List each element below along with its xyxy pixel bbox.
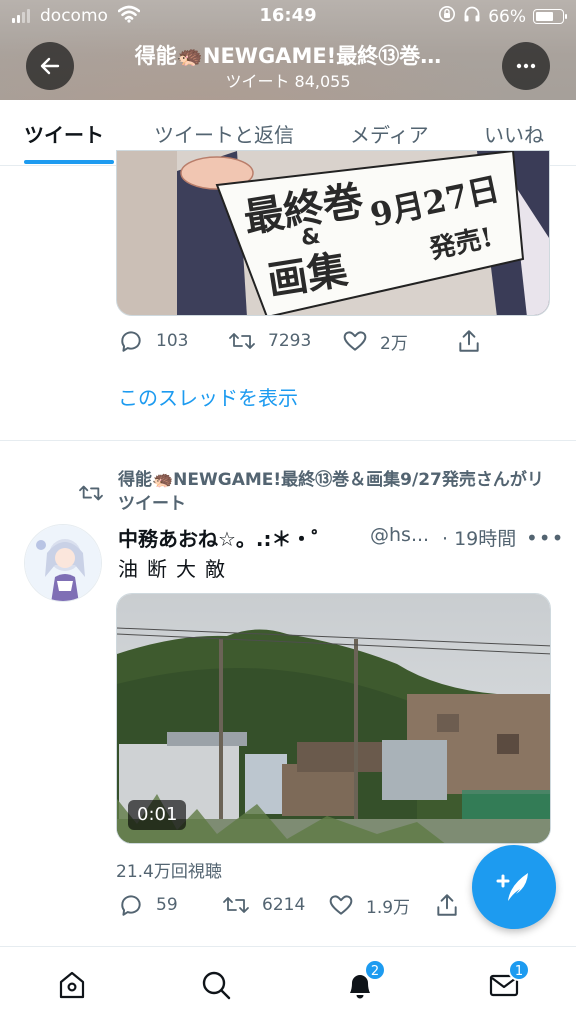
tweet-divider <box>0 440 576 441</box>
retweeted-by-label[interactable]: 得能🦔NEWGAME!最終⑬巻＆画集9/27発売さんがリツイート <box>118 468 558 516</box>
notifications-badge: 2 <box>364 959 386 981</box>
heart-icon <box>343 331 367 351</box>
tweet-timestamp[interactable]: · 19時間 <box>442 524 516 551</box>
reply-count: 103 <box>156 331 189 351</box>
tab-tweets-and-replies[interactable]: ツイートと返信 <box>154 119 294 148</box>
profile-name: 得能🦔NEWGAME!最終⑬巻… <box>134 44 442 68</box>
status-bar: docomo 16:49 66% <box>0 0 576 32</box>
profile-header: docomo 16:49 66% 得能🦔NEWGAME!最終⑬巻… ツイート 8… <box>0 0 576 100</box>
tweet-more-icon[interactable]: ••• <box>526 526 564 550</box>
retweet-count: 6214 <box>262 895 306 915</box>
home-icon <box>59 971 85 999</box>
author-name[interactable]: 中務あおね☆。.:＊・゜ <box>118 523 332 552</box>
reply-icon <box>121 895 141 916</box>
reply-count: 59 <box>156 895 178 915</box>
more-horizontal-icon <box>516 63 536 69</box>
active-tab-indicator <box>24 160 114 164</box>
headphones-icon <box>463 5 481 28</box>
share-button[interactable] <box>456 328 482 354</box>
share-icon <box>459 330 479 352</box>
retweet-button[interactable]: 7293 <box>228 328 311 354</box>
retweet-icon <box>229 333 255 349</box>
nav-notifications[interactable]: 2 <box>340 959 386 1005</box>
battery-percentage: 66% <box>488 6 526 27</box>
video-duration: 0:01 <box>128 800 187 830</box>
arrow-left-icon <box>40 57 60 75</box>
image-text-artbook: 画集 <box>264 245 351 305</box>
author-handle[interactable]: @hs... <box>370 524 429 546</box>
tab-likes[interactable]: いいね <box>484 119 544 148</box>
messages-badge: 1 <box>508 959 530 981</box>
tweet-text: 油断大敵 <box>118 557 234 581</box>
author-avatar[interactable] <box>24 524 102 602</box>
reply-icon <box>121 331 141 352</box>
bottom-navigation: 2 1 <box>0 946 576 1024</box>
view-count: 21.4万回視聴 <box>116 862 222 882</box>
reply-button[interactable]: 103 <box>118 328 188 354</box>
nav-messages[interactable]: 1 <box>484 959 530 1005</box>
heart-icon <box>329 895 353 915</box>
tab-media[interactable]: メディア <box>350 119 429 148</box>
tweet1-actions: 103 7293 2万 <box>0 328 576 358</box>
retweeted-icon <box>78 482 104 508</box>
more-options-button[interactable] <box>502 42 550 90</box>
like-button[interactable]: 2万 <box>342 328 408 354</box>
like-count: 1.9万 <box>366 897 411 918</box>
share-button[interactable] <box>434 892 460 918</box>
search-icon <box>202 971 231 1000</box>
battery-icon <box>533 9 567 24</box>
retweet-button[interactable]: 6214 <box>222 892 305 918</box>
like-button[interactable]: 1.9万 <box>328 892 410 918</box>
retweet-icon <box>223 897 249 913</box>
show-thread-link[interactable]: このスレッドを表示 <box>118 382 298 411</box>
nav-search[interactable] <box>196 965 236 1005</box>
compose-tweet-button[interactable] <box>472 845 556 929</box>
share-icon <box>437 894 457 916</box>
retweet-count: 7293 <box>268 331 312 351</box>
tweet-count: ツイート 84,055 <box>225 72 351 91</box>
nav-home[interactable] <box>52 965 92 1005</box>
orientation-lock-icon <box>438 5 456 28</box>
reply-button[interactable]: 59 <box>118 892 178 918</box>
like-count: 2万 <box>380 333 408 354</box>
feather-plus-icon <box>496 873 528 901</box>
back-button[interactable] <box>26 42 74 90</box>
tab-tweets[interactable]: ツイート <box>24 119 104 148</box>
tweet-image[interactable]: 最終巻 & 画集 9月27日 発売! <box>116 150 550 316</box>
